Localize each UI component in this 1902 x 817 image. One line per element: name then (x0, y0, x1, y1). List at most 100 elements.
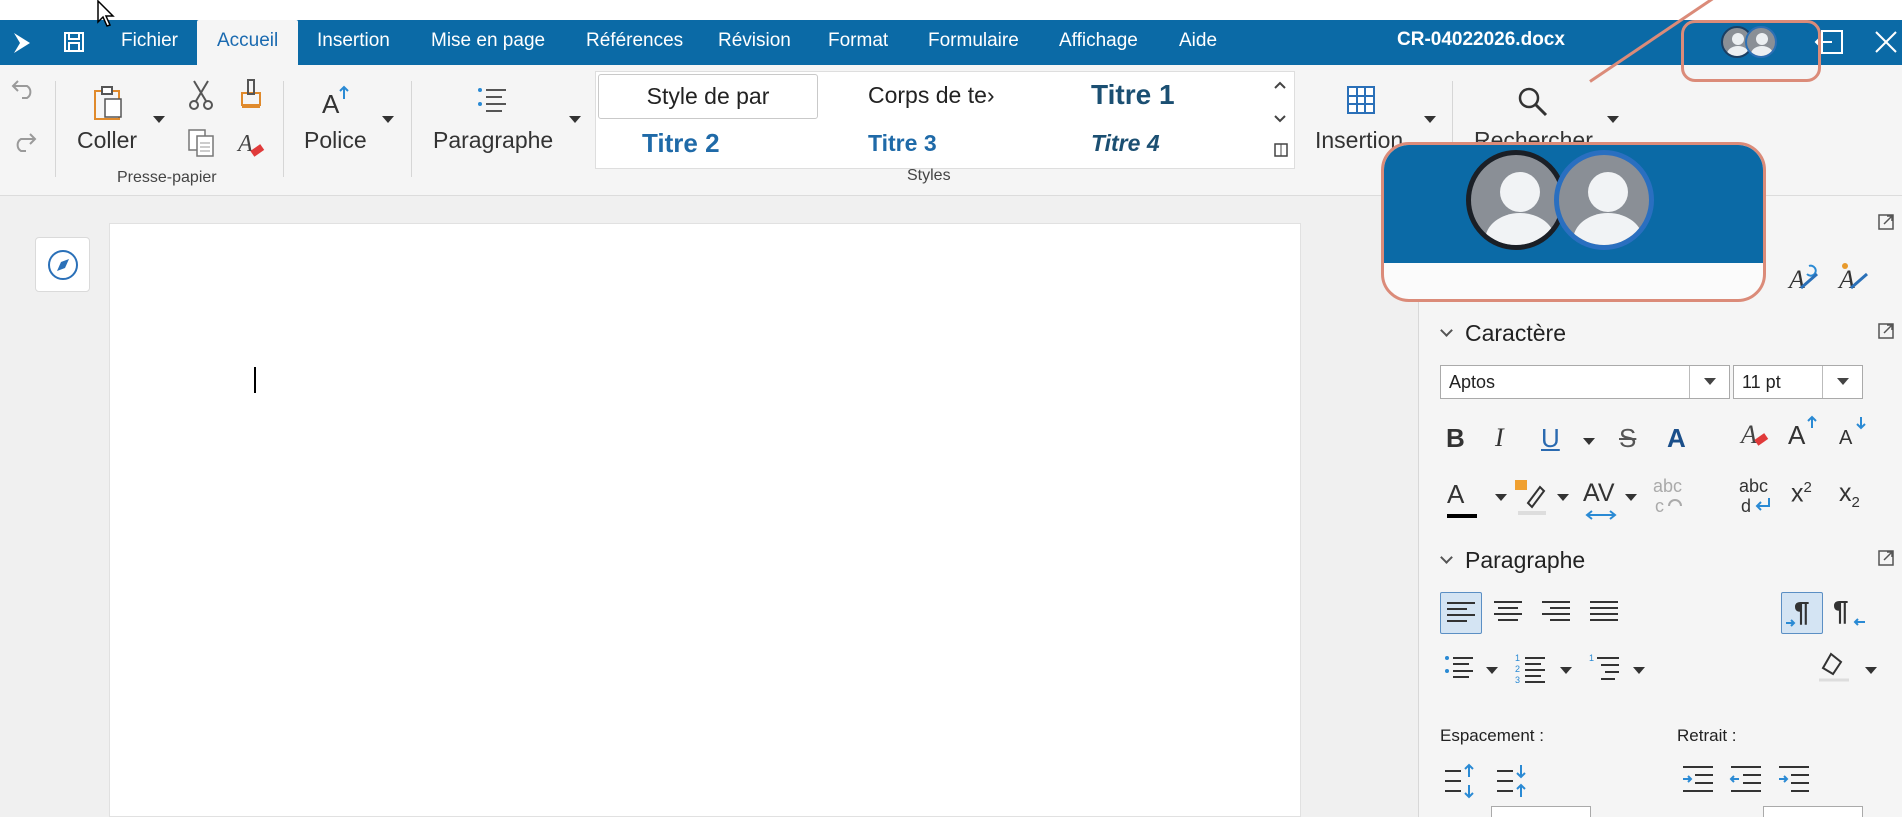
paragraph-dropdown-icon[interactable] (569, 116, 581, 123)
cut-icon[interactable] (186, 79, 216, 116)
subscript-button[interactable]: x2 (1839, 479, 1860, 511)
character-collapse-icon[interactable] (1440, 324, 1453, 337)
insert-table-icon[interactable] (1346, 85, 1376, 120)
spacing-spinbox[interactable] (1491, 806, 1591, 817)
document-page[interactable] (109, 223, 1301, 817)
decrease-indent-icon[interactable] (1729, 763, 1763, 804)
paste-icon[interactable] (91, 85, 125, 126)
font-size-dropdown-icon[interactable] (1822, 366, 1862, 398)
search-icon[interactable] (1516, 85, 1548, 122)
styles-scroll-up-icon[interactable] (1273, 77, 1287, 95)
increase-indent-icon[interactable] (1681, 763, 1715, 804)
font-name-combobox[interactable]: Aptos (1440, 365, 1730, 399)
character-popout-icon[interactable] (1878, 323, 1894, 344)
multilevel-list-dropdown-icon[interactable] (1633, 667, 1645, 674)
shrink-font-icon[interactable]: A (1837, 414, 1871, 453)
align-center-button[interactable] (1488, 592, 1530, 634)
search-dropdown-icon[interactable] (1607, 116, 1619, 123)
styles-panel-popout-icon[interactable] (1878, 214, 1894, 235)
numbered-list-dropdown-icon[interactable] (1560, 667, 1572, 674)
undo-icon[interactable] (10, 77, 38, 104)
bold-button[interactable]: B (1446, 423, 1465, 454)
indent-label: Retrait : (1677, 726, 1737, 745)
text-cursor (254, 367, 256, 393)
change-case-icon[interactable]: abc c (1651, 476, 1691, 521)
hyphenation-icon[interactable]: abc d (1737, 476, 1777, 521)
multilevel-list-icon[interactable]: 1 (1589, 652, 1623, 691)
menu-format[interactable]: Format (828, 20, 888, 65)
paragraph-shading-dropdown-icon[interactable] (1865, 667, 1877, 674)
close-icon[interactable] (1873, 29, 1899, 55)
font-color-button[interactable]: A (1447, 479, 1464, 510)
indent-spinbox[interactable] (1763, 806, 1863, 817)
numbered-list-icon[interactable]: 123 (1515, 652, 1549, 691)
app-logo-icon[interactable] (8, 29, 36, 57)
strikethrough-button[interactable]: S (1619, 423, 1636, 454)
menu-affichage[interactable]: Affichage (1059, 20, 1138, 65)
text-effects-button[interactable]: A (1667, 423, 1686, 454)
font-dropdown-icon[interactable] (382, 116, 394, 123)
bullet-list-icon[interactable] (1443, 652, 1477, 691)
menu-fichier[interactable]: Fichier (121, 20, 178, 65)
style-default-paragraph[interactable]: Style de par (598, 74, 818, 119)
italic-button[interactable]: I (1495, 423, 1504, 453)
align-left-button[interactable] (1440, 592, 1482, 634)
paste-button[interactable]: Coller (77, 127, 137, 154)
paragraph-button[interactable]: Paragraphe (433, 127, 553, 154)
paragraph-section-title: Paragraphe (1465, 547, 1586, 573)
style-heading-3[interactable]: Titre 3 (868, 122, 1018, 167)
menu-insertion[interactable]: Insertion (317, 20, 390, 65)
ribbon-separator (283, 81, 284, 177)
paragraph-collapse-icon[interactable] (1440, 551, 1453, 564)
paragraph-popout-icon[interactable] (1878, 550, 1894, 571)
decrease-spacing-icon[interactable] (1495, 763, 1529, 804)
format-painter-icon[interactable] (238, 77, 264, 116)
copy-icon[interactable] (186, 127, 218, 164)
underline-button[interactable]: U (1541, 423, 1560, 454)
font-size-combobox[interactable]: 11 pt (1733, 365, 1863, 399)
style-heading-1[interactable]: Titre 1 (1091, 74, 1271, 119)
redo-icon[interactable] (10, 130, 38, 157)
menu-accueil[interactable]: Accueil (197, 20, 299, 65)
menu-mise-en-page[interactable]: Mise en page (431, 20, 545, 65)
menu-revision[interactable]: Révision (718, 20, 791, 65)
style-new-icon[interactable]: A (1837, 260, 1871, 299)
subscript-mark: 2 (1851, 494, 1860, 511)
font-icon[interactable]: A (322, 85, 354, 122)
superscript-button[interactable]: x2 (1791, 479, 1812, 508)
font-name-dropdown-icon[interactable] (1689, 366, 1729, 398)
insert-dropdown-icon[interactable] (1424, 116, 1436, 123)
underline-dropdown-icon[interactable] (1583, 438, 1595, 445)
increase-spacing-icon[interactable] (1443, 763, 1477, 804)
save-icon[interactable] (62, 30, 86, 54)
character-spacing-dropdown-icon[interactable] (1625, 494, 1637, 501)
grow-font-icon[interactable]: A (1788, 414, 1822, 453)
rtl-direction-button[interactable]: ¶ (1829, 592, 1871, 634)
styles-expand-icon[interactable] (1274, 143, 1288, 162)
ltr-direction-button[interactable]: ¶ (1781, 592, 1823, 634)
font-button[interactable]: Police (304, 127, 367, 154)
menu-formulaire[interactable]: Formulaire (928, 20, 1019, 65)
paragraph-icon[interactable] (476, 85, 508, 124)
clear-formatting-icon[interactable]: A (236, 129, 266, 164)
style-update-icon[interactable]: A (1787, 260, 1821, 299)
clear-character-format-icon[interactable]: A (1738, 416, 1772, 455)
paragraph-shading-icon[interactable] (1817, 648, 1851, 689)
navigator-button[interactable] (35, 237, 90, 292)
style-body-text[interactable]: Corps de te› (868, 74, 1016, 119)
justify-button[interactable] (1584, 592, 1626, 634)
hanging-indent-icon[interactable] (1777, 763, 1811, 804)
style-heading-4[interactable]: Titre 4 (1091, 122, 1241, 167)
paste-dropdown-icon[interactable] (153, 116, 165, 123)
menu-references[interactable]: Références (586, 20, 683, 65)
highlight-icon[interactable] (1514, 479, 1550, 522)
menu-aide[interactable]: Aide (1179, 20, 1217, 65)
bullet-list-dropdown-icon[interactable] (1486, 667, 1498, 674)
style-heading-2[interactable]: Titre 2 (642, 122, 792, 167)
align-right-button[interactable] (1536, 592, 1578, 634)
character-spacing-button[interactable]: AV (1583, 479, 1615, 508)
font-color-dropdown-icon[interactable] (1495, 494, 1507, 501)
callout-zoom-view (1381, 142, 1766, 302)
highlight-dropdown-icon[interactable] (1557, 494, 1569, 501)
styles-scroll-down-icon[interactable] (1273, 111, 1287, 129)
